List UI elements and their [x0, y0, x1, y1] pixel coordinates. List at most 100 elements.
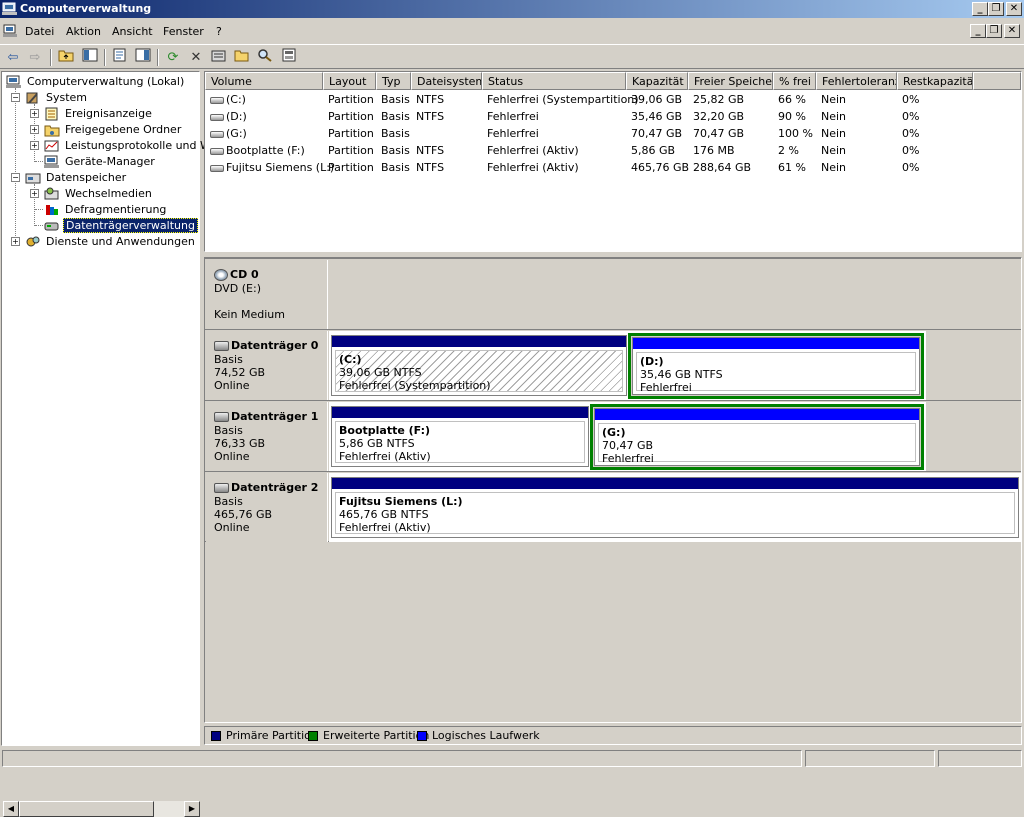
cell-text: 0% [902, 110, 920, 123]
computer-icon [2, 2, 17, 15]
up-folder-icon[interactable] [56, 48, 76, 67]
disk-label[interactable]: Datenträger 1 Basis 76,33 GB Online [206, 402, 328, 471]
scroll-left-icon[interactable]: ◀ [3, 801, 19, 817]
disk-row-1[interactable]: Datenträger 1 Basis 76,33 GB Online Boot… [205, 400, 1021, 471]
child-minimize-button[interactable]: _ [970, 24, 986, 38]
cell-text: Basis [381, 93, 410, 106]
tree-item-event-viewer[interactable]: Ereignisanzeige [44, 106, 154, 122]
table-row[interactable]: Fujitsu Siemens (L:) Partition Basis NTFS Fe… [205, 159, 1021, 176]
table-cell: Partition [328, 159, 374, 176]
menu-datei[interactable]: Datei [25, 25, 54, 38]
title-bar[interactable]: Computerverwaltung _ ❐ ✕ [0, 0, 1024, 18]
menu-aktion[interactable]: Aktion [66, 25, 101, 38]
child-restore-button[interactable]: ❐ [986, 24, 1002, 38]
primary-partition-bar [332, 478, 1018, 489]
computer-icon [6, 75, 21, 88]
disk-row-2[interactable]: Datenträger 2 Basis 465,76 GB Online Fuj… [205, 471, 1021, 542]
partition-l[interactable]: Fujitsu Siemens (L:) 465,76 GB NTFS Fehl… [331, 477, 1019, 538]
expand-icon[interactable]: + [30, 109, 39, 118]
column-header-fault-tolerance[interactable]: Fehlertoleranz [816, 72, 897, 90]
event-log-icon [45, 107, 58, 121]
menu-help[interactable]: ? [216, 25, 222, 38]
partition-body: (D:) 35,46 GB NTFS Fehlerfrei [636, 352, 916, 394]
services-icon [26, 236, 40, 247]
column-header-percent-free[interactable]: % frei [773, 72, 816, 90]
child-close-button[interactable]: ✕ [1004, 24, 1020, 38]
table-row[interactable]: (G:) Partition Basis Fehlerfrei 70,47 GB 70,4… [205, 125, 1021, 142]
expand-icon[interactable]: + [30, 125, 39, 134]
collapse-icon[interactable]: − [11, 93, 20, 102]
delete-icon[interactable]: ✕ [186, 48, 206, 67]
minimize-button[interactable]: _ [972, 2, 988, 16]
tree-item-shared-folders[interactable]: Freigegebene Ordner [44, 122, 183, 138]
logical-drive-bar [633, 338, 919, 349]
cell-text: Bootplatte (F:) [226, 144, 305, 157]
column-header-overhead[interactable]: Restkapazität [897, 72, 973, 90]
cell-text: 39,06 GB [631, 93, 683, 106]
scroll-right-icon[interactable]: ▶ [184, 801, 200, 817]
partition-body: Bootplatte (F:) 5,86 GB NTFS Fehlerfrei … [335, 421, 585, 463]
partition-f[interactable]: Bootplatte (F:) 5,86 GB NTFS Fehlerfrei … [331, 406, 589, 467]
cell-text: NTFS [416, 110, 445, 123]
restore-button[interactable]: ❐ [988, 2, 1004, 16]
column-header-volume[interactable]: Volume [205, 72, 323, 90]
column-header-capacity[interactable]: Kapazität [626, 72, 688, 90]
tree-line [15, 88, 16, 240]
tree-item-storage[interactable]: Datenspeicher [25, 170, 128, 186]
logical-drive-g[interactable]: (G:) 70,47 GB Fehlerfrei [594, 408, 920, 466]
tree-item-device-manager[interactable]: Geräte-Manager [44, 154, 157, 170]
partition-name: Fujitsu Siemens (L:) [339, 495, 463, 508]
show-tree-icon[interactable] [80, 48, 100, 67]
table-row[interactable]: (D:) Partition Basis NTFS Fehlerfrei 35,46 GB… [205, 108, 1021, 125]
extended-partition-d[interactable]: (D:) 35,46 GB NTFS Fehlerfrei [628, 333, 924, 399]
disk-label[interactable]: Datenträger 2 Basis 465,76 GB Online [206, 473, 328, 542]
tree-item-root[interactable]: Computerverwaltung (Lokal) [6, 74, 186, 90]
expand-icon[interactable]: + [30, 189, 39, 198]
expand-icon[interactable]: + [11, 237, 20, 246]
help-icon[interactable] [279, 48, 299, 67]
computer-icon[interactable] [3, 24, 17, 38]
table-row[interactable]: Bootplatte (F:) Partition Basis NTFS Fehlerf… [205, 142, 1021, 159]
properties-2-icon[interactable] [209, 48, 229, 67]
tree-horizontal-scrollbar[interactable]: ◀ ▶ [3, 801, 200, 817]
column-header-type[interactable]: Typ [376, 72, 411, 90]
column-header-free-space[interactable]: Freier Speicher [688, 72, 773, 90]
properties-icon[interactable] [110, 48, 130, 67]
back-arrow-icon[interactable]: ⇦ [3, 48, 23, 67]
disk-row-0[interactable]: Datenträger 0 Basis 74,52 GB Online (C:)… [205, 329, 1021, 400]
cell-text: Basis [381, 127, 410, 140]
show-hide-icon[interactable] [133, 48, 153, 67]
refresh-icon[interactable]: ⟳ [163, 48, 183, 67]
column-header-layout[interactable]: Layout [323, 72, 376, 90]
menu-fenster[interactable]: Fenster [163, 25, 204, 38]
tree-item-defragmentation[interactable]: Defragmentierung [44, 202, 168, 218]
table-row[interactable]: (C:) Partition Basis NTFS Fehlerfrei (System… [205, 91, 1021, 108]
extended-partition-g[interactable]: (G:) 70,47 GB Fehlerfrei [590, 404, 924, 470]
menu-ansicht[interactable]: Ansicht [112, 25, 153, 38]
tree-item-performance-logs[interactable]: Leistungsprotokolle und War [44, 138, 223, 154]
disk-name: Datenträger 1 [231, 410, 319, 423]
column-header-filesystem[interactable]: Dateisystem [411, 72, 482, 90]
table-cell: NTFS [416, 108, 444, 125]
legend: Primäre Partition Erweiterte Partition L… [204, 726, 1022, 745]
tree-label: Defragmentierung [65, 203, 167, 216]
search-icon[interactable] [255, 48, 275, 67]
tree-label: System [46, 91, 88, 104]
expand-icon[interactable]: + [30, 141, 39, 150]
tree-item-disk-management[interactable]: Datenträgerverwaltung [44, 218, 198, 234]
tree-item-services[interactable]: Dienste und Anwendungen [25, 234, 197, 250]
disk-label[interactable]: CD 0 DVD (E:) Kein Medium [206, 260, 328, 329]
tree-item-system[interactable]: System [25, 90, 89, 106]
open-folder-icon[interactable] [232, 48, 252, 67]
collapse-icon[interactable]: − [11, 173, 20, 182]
forward-arrow-icon[interactable]: ⇨ [25, 48, 45, 67]
partition-c[interactable]: (C:) 39,06 GB NTFS Fehlerfrei (Systempar… [331, 335, 627, 396]
disk-row-cd0[interactable]: CD 0 DVD (E:) Kein Medium [205, 258, 1021, 329]
logical-drive-d[interactable]: (D:) 35,46 GB NTFS Fehlerfrei [632, 337, 920, 395]
close-button[interactable]: ✕ [1006, 2, 1022, 16]
scroll-thumb[interactable] [19, 801, 154, 817]
disk-label[interactable]: Datenträger 0 Basis 74,52 GB Online [206, 331, 328, 400]
column-header-status[interactable]: Status [482, 72, 626, 90]
tree-item-removable-storage[interactable]: Wechselmedien [44, 186, 154, 202]
legend-extended: Erweiterte Partition [308, 730, 429, 742]
